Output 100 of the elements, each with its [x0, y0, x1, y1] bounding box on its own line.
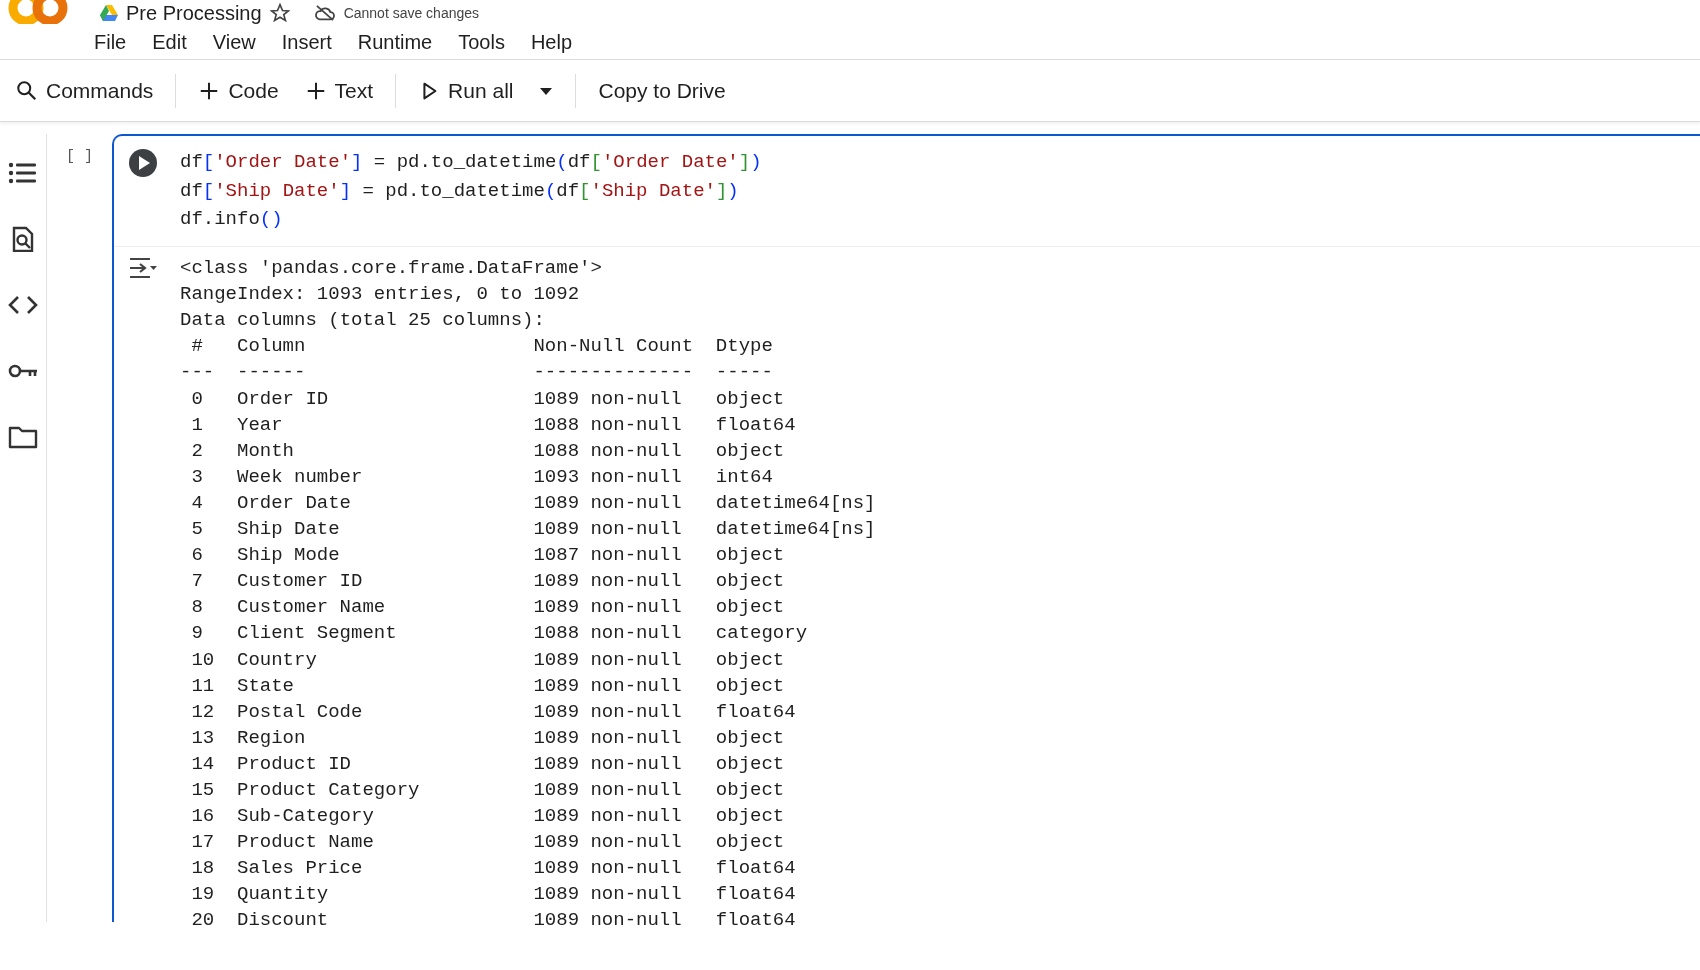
output-text: float64	[715, 883, 796, 906]
output-text: 1089 non-null	[533, 726, 682, 749]
search-icon	[16, 79, 38, 102]
star-icon[interactable]	[269, 3, 290, 23]
output-text: object	[715, 752, 785, 775]
run-cell-icon[interactable]	[128, 148, 158, 178]
table-of-contents-icon[interactable]	[8, 160, 38, 186]
output-text: Region	[237, 726, 306, 749]
output-text: <class 'pandas.core.frame.DataFrame'>	[180, 256, 603, 282]
output-text: 7	[191, 570, 203, 593]
output-text: Sub-Category	[237, 805, 374, 828]
output-text: object	[715, 726, 785, 749]
output-text: Month	[237, 439, 294, 462]
output-text: 18	[191, 857, 215, 880]
toolbar-button[interactable]: Copy to Drive	[588, 68, 736, 113]
menu-item[interactable]: View	[212, 26, 256, 57]
logo	[6, 0, 70, 24]
menu-item[interactable]: Help	[530, 26, 573, 57]
menu-item[interactable]: File	[94, 26, 127, 57]
output-text: 19	[191, 883, 215, 906]
output-text: category	[715, 622, 808, 645]
output-text: ---	[180, 361, 215, 384]
output-text: object	[715, 439, 785, 462]
output-text: 1089 non-null	[533, 648, 682, 671]
toolbar-button[interactable]: Commands	[6, 68, 164, 113]
output-text: Quantity	[237, 883, 329, 906]
output-text: 12	[191, 700, 215, 723]
menu-item[interactable]: Edit	[152, 26, 187, 57]
output-text: 1089 non-null	[533, 909, 682, 932]
execution-count: [ ]	[66, 148, 93, 165]
output-text: int64	[715, 465, 773, 488]
output-text: Product Name	[237, 831, 374, 854]
output-text: 1089 non-null	[533, 700, 682, 723]
output-text: float64	[715, 413, 796, 436]
output-text: 1089 non-null	[533, 570, 682, 593]
output-text: Discount	[237, 909, 329, 932]
menu-item[interactable]: Runtime	[357, 26, 433, 57]
folder-icon[interactable]	[8, 424, 38, 450]
output-text: --------------	[533, 361, 694, 384]
output-text: Product ID	[237, 752, 352, 775]
output-text: datetime64[ns]	[715, 491, 876, 514]
output-text: 1089 non-null	[533, 883, 682, 906]
output-text: 1087 non-null	[533, 544, 682, 567]
output-text: 1088 non-null	[533, 413, 682, 436]
output-text: Client Segment	[237, 622, 397, 645]
notebook-title[interactable]: Pre Processing	[126, 2, 262, 24]
output-text: 1089 non-null	[533, 831, 682, 854]
output-text: 1089 non-null	[533, 857, 682, 880]
output-text: 1093 non-null	[533, 465, 682, 488]
output-text: object	[715, 387, 785, 410]
output-text: RangeIndex: 1093 entries, 0 to 1092	[180, 282, 581, 308]
output-text: Product Category	[237, 779, 420, 801]
output-text: 1088 non-null	[533, 622, 682, 645]
output-text: 1089 non-null	[533, 491, 682, 514]
output-text: 1089 non-null	[533, 596, 682, 619]
output-text: 14	[191, 752, 215, 775]
output-text: 2	[191, 439, 203, 462]
output-text: Customer ID	[237, 570, 363, 593]
output-text: Country	[237, 648, 317, 671]
output-text: 1089 non-null	[533, 674, 682, 697]
menu-item[interactable]: Insert	[281, 26, 332, 57]
output-text: Order Date	[237, 491, 352, 514]
output-text: 1	[191, 413, 203, 436]
output-text: object	[715, 596, 785, 619]
output-text: Week number	[237, 465, 363, 488]
output-text: 1089 non-null	[533, 805, 682, 828]
caret-icon	[539, 85, 554, 96]
output-text: 16	[191, 805, 215, 828]
output-text: object	[715, 805, 785, 828]
output-text: 1089 non-null	[533, 518, 682, 541]
code-editor[interactable]: df['Order Date'] = pd.to_datetime(df['Order Date']) df['Ship Date'] = pd.to_datetime(df['Ship Date']) df.info()	[180, 148, 762, 235]
output-text: float64	[715, 700, 796, 723]
output-text: object	[715, 544, 785, 567]
output-text: 13	[191, 726, 215, 749]
cloud-off-icon[interactable]	[313, 4, 336, 22]
output-text: 1089 non-null	[533, 387, 682, 410]
toolbar-button[interactable]: Text	[294, 68, 384, 113]
output-text: -----	[715, 361, 773, 384]
output-text: Customer Name	[237, 596, 386, 619]
toolbar-button[interactable]: Run all	[408, 68, 524, 113]
toolbar-button[interactable]: Code	[188, 68, 289, 113]
output-text: 15	[191, 779, 215, 801]
output-text: Ship Mode	[237, 544, 340, 567]
output-text: Column	[237, 335, 306, 358]
output-text: #	[191, 335, 203, 358]
output-text: object	[715, 648, 785, 671]
output-text: 11	[191, 674, 215, 697]
output-text: Dtype	[715, 335, 773, 358]
output-text: Postal Code	[237, 700, 363, 723]
output-text: 1089 non-null	[533, 779, 682, 801]
output-text: Ship Date	[237, 518, 340, 541]
menu-item[interactable]: Tools	[458, 26, 505, 57]
save-status: Cannot save changes	[343, 3, 480, 23]
output-text: object	[715, 570, 785, 593]
output-text: 17	[191, 831, 215, 854]
output-text: object	[715, 831, 785, 854]
output-text: State	[237, 674, 294, 697]
output-text: Data columns (total 25 columns):	[180, 308, 546, 334]
output-text: 6	[191, 544, 203, 567]
output-text: Non-Null Count	[533, 335, 694, 358]
